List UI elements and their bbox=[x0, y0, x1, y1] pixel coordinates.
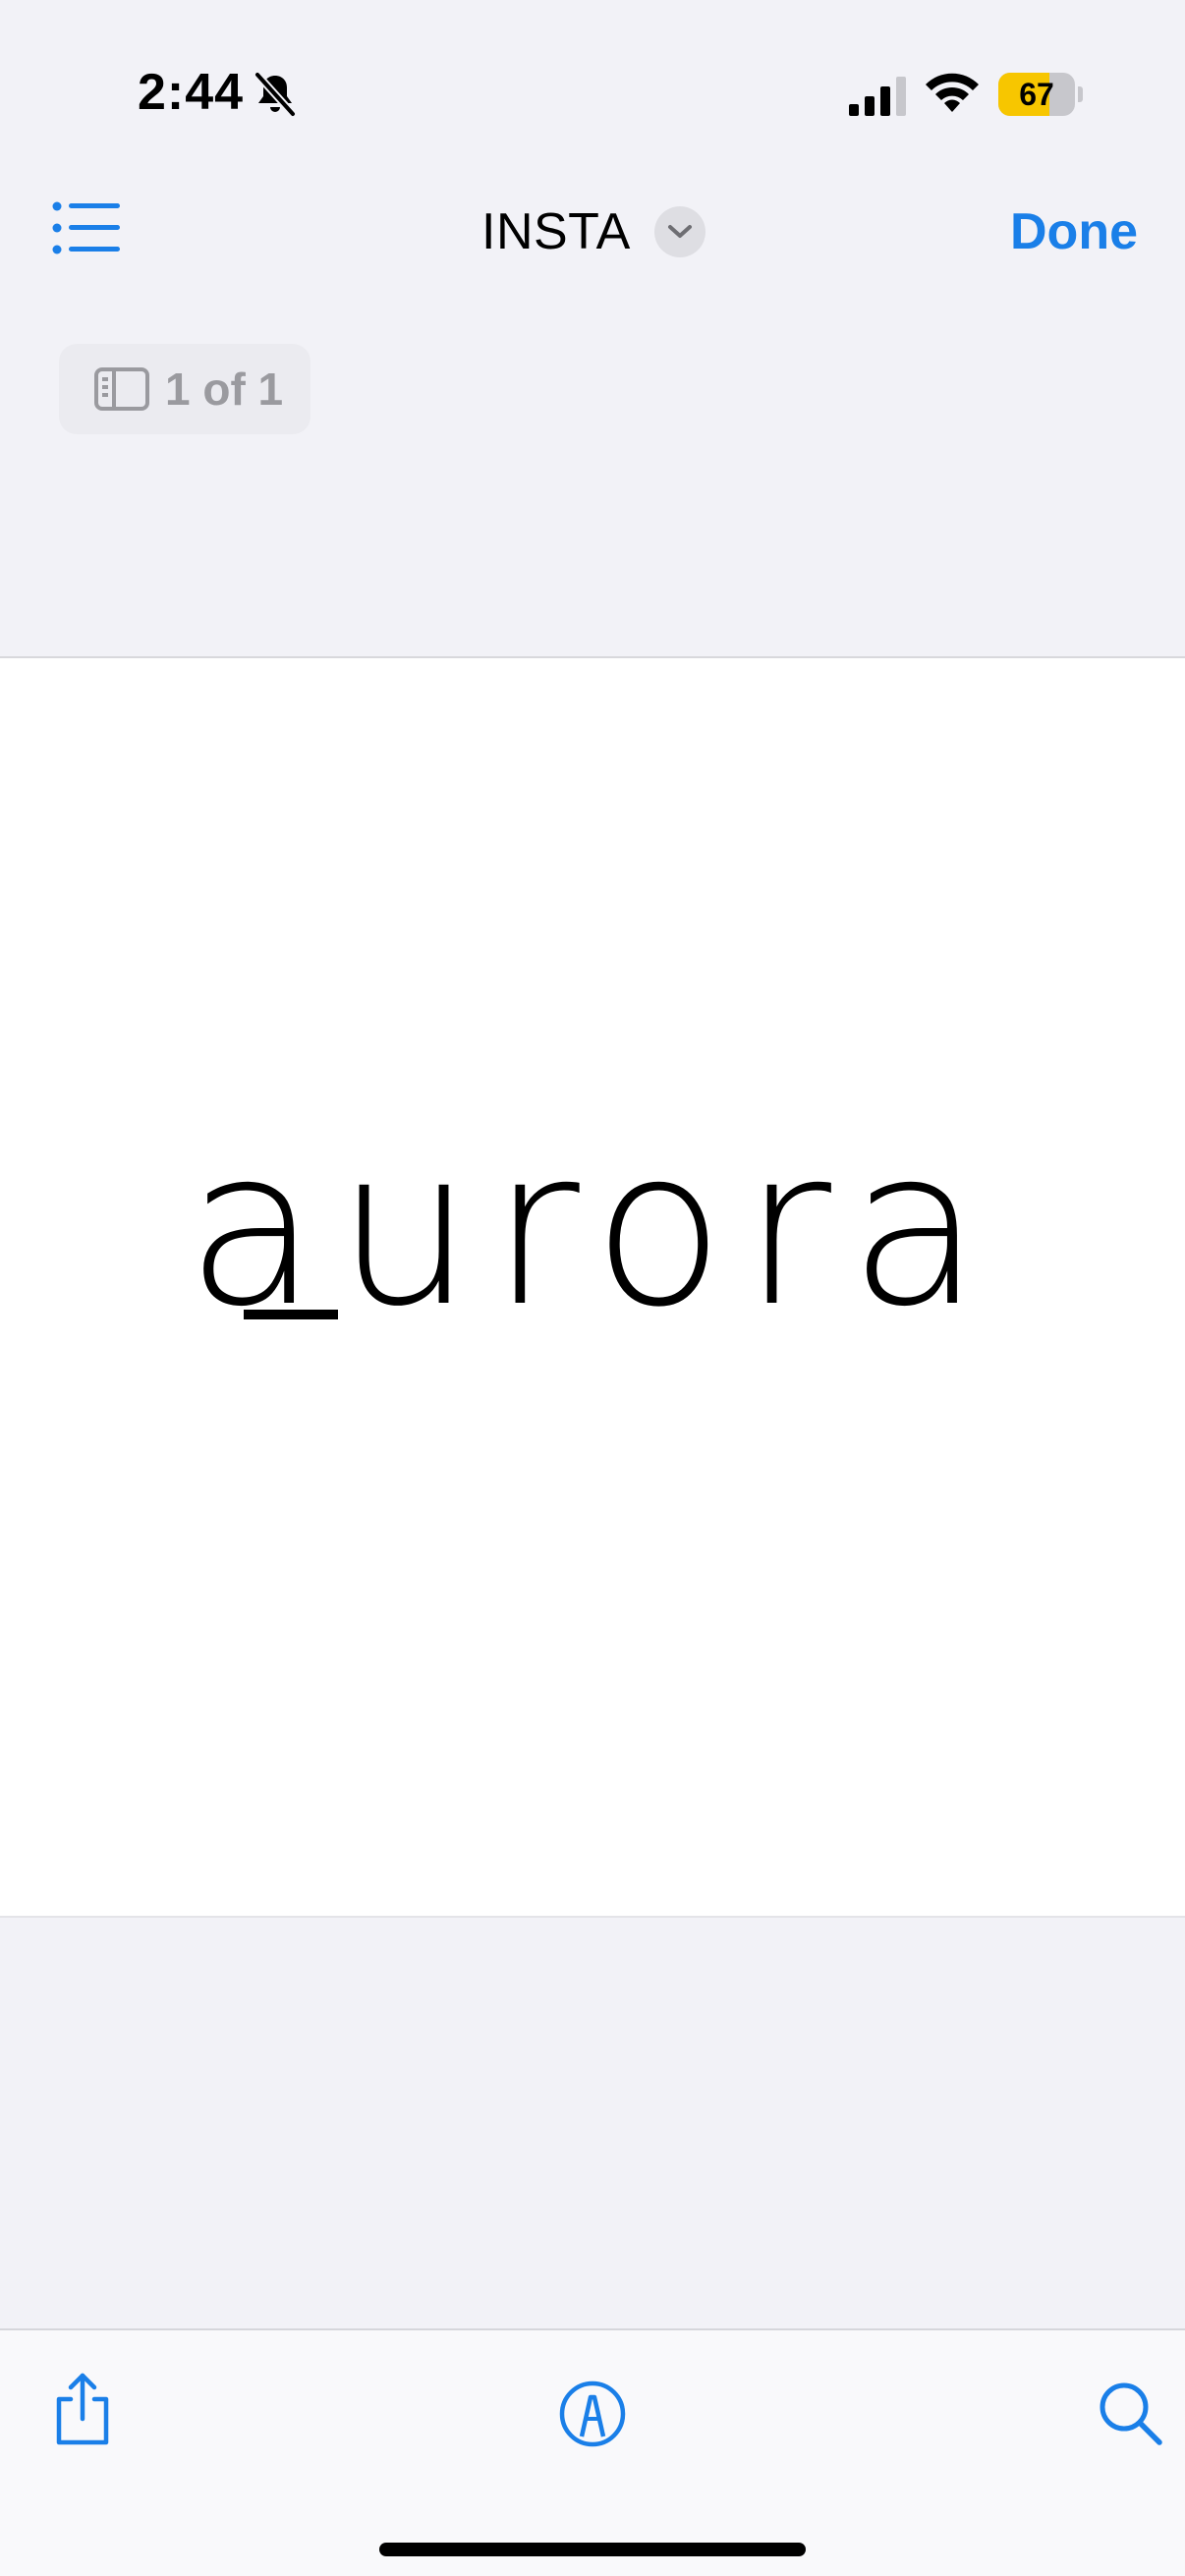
quick-look-screen: 2:44 67 INSTA Done 1 of 1 aurora bbox=[0, 0, 1185, 2576]
bottom-toolbar bbox=[0, 2328, 1185, 2576]
document-page: aurora bbox=[0, 656, 1185, 1918]
home-indicator[interactable] bbox=[379, 2543, 806, 2556]
markup-icon[interactable] bbox=[558, 2380, 627, 2448]
share-icon[interactable] bbox=[51, 2370, 114, 2448]
battery-icon: 67 bbox=[998, 73, 1083, 116]
bell-slash-icon bbox=[254, 72, 296, 117]
wifi-icon bbox=[926, 73, 979, 112]
page-indicator[interactable]: 1 of 1 bbox=[59, 344, 310, 434]
sidebar-icon bbox=[94, 367, 149, 411]
search-icon[interactable] bbox=[1097, 2380, 1165, 2448]
aurora-logo: aurora bbox=[186, 1102, 999, 1354]
chevron-down-icon[interactable] bbox=[653, 206, 705, 257]
logo-underline bbox=[244, 1310, 338, 1319]
status-bar: 2:44 67 bbox=[0, 0, 1185, 187]
page-count-label: 1 of 1 bbox=[165, 364, 284, 415]
list-icon[interactable] bbox=[51, 200, 122, 255]
status-time: 2:44 bbox=[138, 64, 245, 121]
document-title: INSTA bbox=[481, 203, 631, 260]
cellular-signal-icon bbox=[849, 77, 906, 116]
battery-percent: 67 bbox=[1019, 77, 1054, 112]
done-button[interactable]: Done bbox=[1010, 202, 1138, 261]
document-title-menu[interactable]: INSTA bbox=[481, 200, 705, 263]
